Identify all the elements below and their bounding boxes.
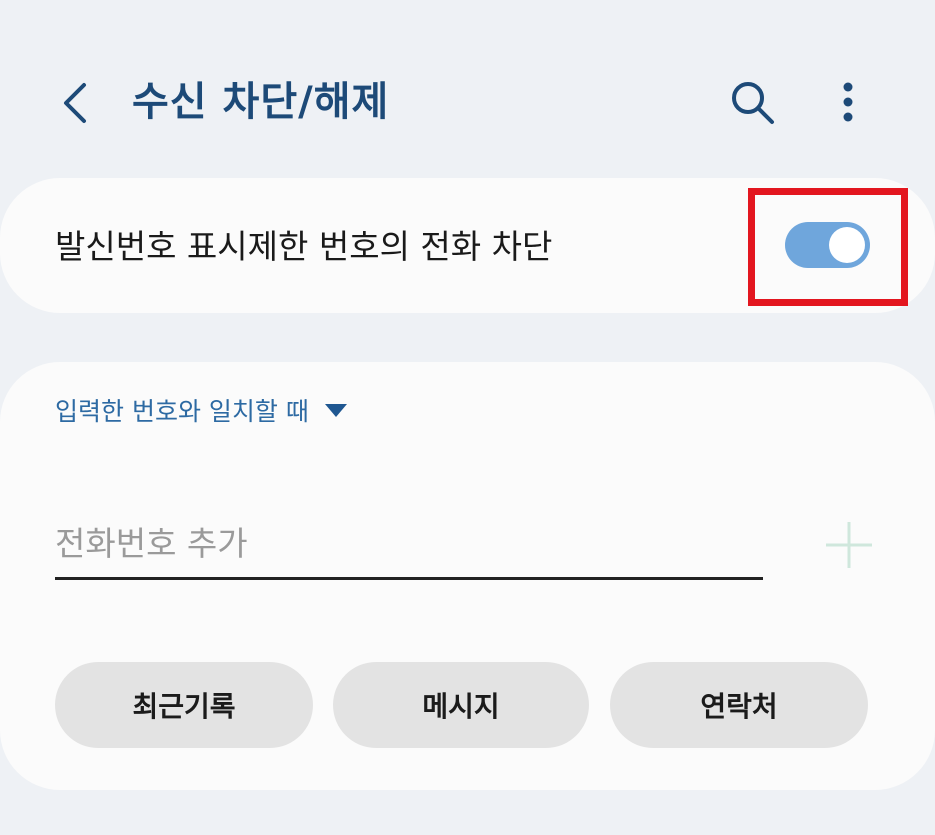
search-button[interactable] bbox=[724, 74, 780, 130]
caret-down-icon bbox=[324, 403, 347, 417]
match-condition-dropdown[interactable]: 입력한 번호와 일치할 때 bbox=[55, 390, 347, 430]
hidden-number-block-label: 발신번호 표시제한 번호의 전화 차단 bbox=[55, 227, 553, 266]
messages-button[interactable]: 메시지 bbox=[333, 662, 589, 748]
page-title: 수신 차단/해제 bbox=[132, 79, 390, 125]
toggle-knob bbox=[829, 227, 865, 263]
phone-number-input[interactable] bbox=[55, 510, 763, 580]
plus-icon bbox=[826, 522, 872, 568]
contacts-button[interactable]: 연락처 bbox=[610, 662, 868, 748]
chevron-left-icon bbox=[64, 83, 86, 123]
hidden-number-block-toggle[interactable] bbox=[785, 222, 870, 268]
more-options-button[interactable] bbox=[826, 74, 870, 130]
recent-log-button[interactable]: 최근기록 bbox=[55, 662, 313, 748]
search-icon bbox=[732, 82, 774, 124]
app-bar: 수신 차단/해제 bbox=[0, 0, 935, 200]
back-button[interactable] bbox=[50, 78, 100, 128]
match-condition-label: 입력한 번호와 일치할 때 bbox=[55, 397, 309, 426]
add-number-button[interactable] bbox=[820, 516, 878, 574]
more-vertical-icon bbox=[843, 82, 853, 122]
